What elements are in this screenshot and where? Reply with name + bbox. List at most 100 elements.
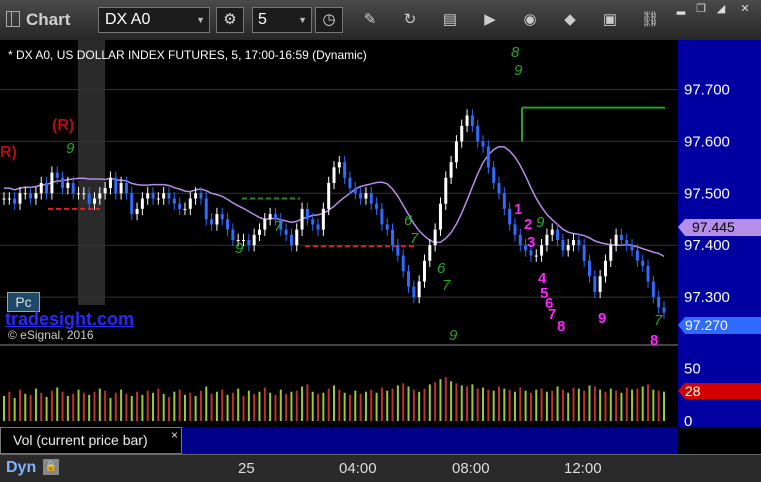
restore-icon[interactable]: ❐ (692, 2, 710, 16)
td-setup-count: 7 (654, 312, 663, 329)
interval-input[interactable]: 5 ▼ (252, 7, 312, 33)
candle-body (327, 182, 331, 209)
candle-body (529, 250, 533, 256)
eraser-icon[interactable]: ◆ (560, 10, 580, 30)
gear-icon[interactable]: ⚙ (216, 7, 244, 33)
candle-body (343, 162, 347, 178)
candle-body (518, 234, 522, 246)
candle-body (103, 188, 107, 194)
window-menu-icon[interactable] (6, 11, 20, 27)
volume-tick-label: 50 (684, 361, 701, 378)
price-tick-label: 97.700 (684, 82, 730, 99)
time-axis-label: 08:00 (452, 460, 490, 477)
volume-study-tab[interactable]: Vol (current price bar) (0, 427, 182, 454)
candle-body (87, 193, 91, 204)
ma-price-label: 97.445 (692, 219, 735, 235)
td-countdown-count: 8 (650, 332, 658, 349)
candle-body (614, 234, 618, 246)
candle-body (167, 193, 171, 199)
td-setup-count: 7 (274, 218, 283, 235)
candle-body (651, 281, 655, 298)
candle-body (71, 182, 75, 194)
candle-body (348, 177, 352, 189)
candle-body (305, 208, 309, 220)
candle-body (353, 188, 357, 194)
candle-body (619, 234, 623, 240)
candle-body (82, 193, 86, 195)
chevron-down-icon[interactable]: ▼ (298, 8, 307, 32)
dynamic-mode-label[interactable]: Dyn (6, 459, 36, 477)
candle-body (98, 193, 102, 199)
app-title: Chart (26, 10, 71, 29)
candle-body (598, 276, 602, 292)
candle-body (183, 208, 187, 210)
candle-body (77, 193, 81, 195)
close-icon[interactable]: ✕ (736, 2, 754, 16)
candle-body (215, 214, 219, 225)
chevron-down-icon[interactable]: ▼ (196, 8, 205, 32)
candle-body (194, 193, 198, 199)
candle-body (332, 167, 336, 183)
candle-body (119, 182, 123, 194)
candle-body (34, 193, 38, 199)
lock-icon[interactable]: 🔒 (43, 459, 59, 475)
candle-body (609, 245, 613, 261)
chart-canvas[interactable]: 97.70097.60097.50097.40097.300 500 98996… (0, 40, 761, 454)
symbol-input[interactable]: DX A0 ▼ (98, 7, 210, 33)
candle-body (210, 219, 214, 225)
candle-body (199, 193, 203, 199)
candle-body (252, 234, 256, 246)
pencil-icon[interactable]: ✎ (360, 10, 380, 30)
candle-body (587, 260, 591, 277)
candle-body (417, 281, 421, 298)
minimize-icon[interactable]: ▂ (672, 2, 690, 16)
candle-body (18, 193, 22, 204)
candle-body (295, 229, 299, 246)
candle-body (407, 271, 411, 287)
pin-icon[interactable]: ◢ (712, 2, 730, 16)
camera-icon[interactable]: ▣ (600, 10, 620, 30)
candle-body (625, 240, 629, 246)
candle-body (449, 162, 453, 178)
candle-body (146, 193, 150, 199)
candle-body (2, 198, 6, 200)
td-reversal-marker: R) (0, 144, 17, 161)
cursor-icon[interactable]: ◉ (520, 10, 540, 30)
link-icon[interactable]: ⛓ (640, 10, 660, 30)
candle-body (231, 229, 235, 240)
candle-body (391, 229, 395, 246)
time-axis-label: 04:00 (339, 460, 377, 477)
candle-body (582, 245, 586, 261)
candle-body (646, 265, 650, 282)
candle-body (385, 224, 389, 230)
candle-body (92, 198, 96, 204)
candle-body (321, 208, 325, 230)
refresh-icon[interactable]: ↻ (400, 10, 420, 30)
candle-body (108, 177, 112, 189)
candle-body (359, 193, 363, 199)
play-icon[interactable]: ▶ (480, 10, 500, 30)
data-button-icon[interactable]: ▤ (440, 10, 460, 30)
candle-body (481, 141, 485, 147)
candle-body (300, 208, 304, 230)
td-countdown-count: 1 (514, 201, 522, 218)
candle-body (156, 198, 160, 200)
candle-body (220, 214, 224, 220)
candle-body (662, 307, 666, 313)
candle-body (369, 193, 373, 204)
candle-body (311, 219, 315, 225)
candle-body (13, 198, 17, 204)
time-axis-footer: Dyn 🔒 25 04:00 08:00 12:00 (0, 454, 761, 482)
td-reversal-marker: (R) (52, 117, 74, 134)
candle-body (50, 172, 54, 194)
td-setup-count: 9 (536, 214, 545, 231)
candle-body (401, 255, 405, 272)
close-icon[interactable]: × (171, 428, 178, 442)
candle-body (375, 203, 379, 209)
candle-body (545, 234, 549, 246)
candle-body (593, 276, 597, 292)
candle-body (566, 245, 570, 251)
clock-icon[interactable]: ◷ (315, 7, 343, 33)
candle-body (45, 182, 49, 194)
td-countdown-count: 3 (527, 234, 535, 251)
